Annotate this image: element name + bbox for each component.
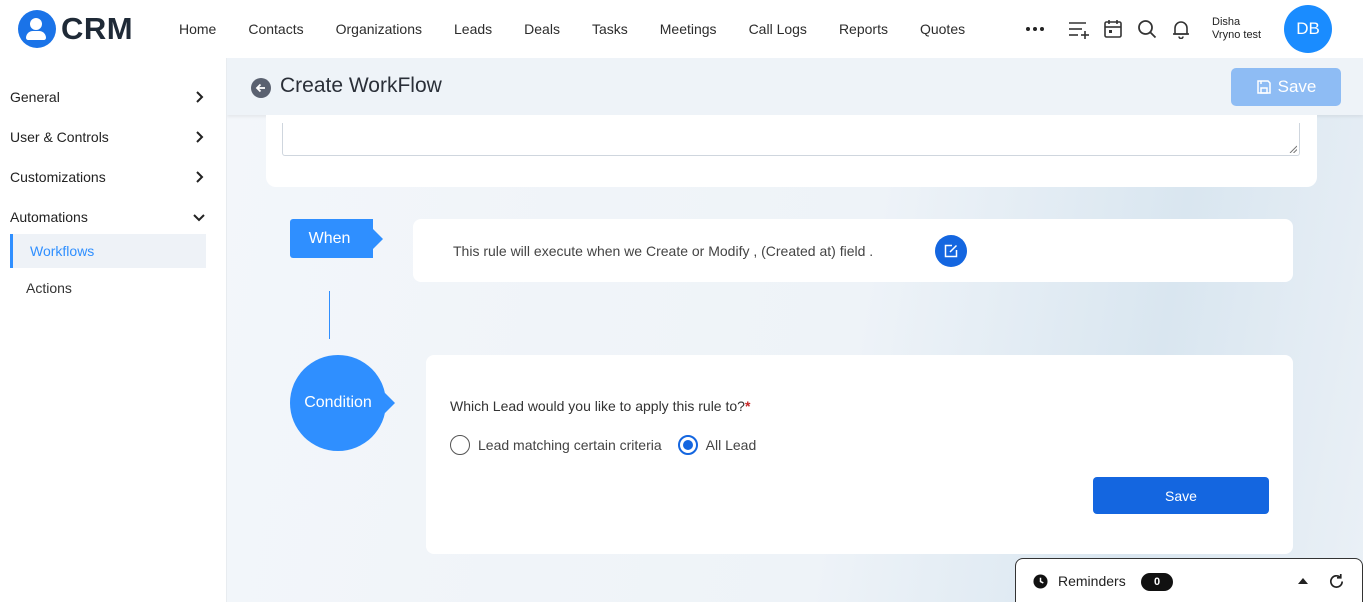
resize-handle-icon[interactable] [1289, 145, 1297, 153]
when-description: This rule will execute when we Create or… [453, 243, 874, 259]
caret-up-icon[interactable] [1298, 578, 1308, 584]
chevron-down-icon [193, 214, 205, 222]
condition-card: Which Lead would you like to apply this … [426, 355, 1293, 554]
calendar-icon[interactable] [1102, 18, 1124, 40]
edit-trigger-button[interactable] [935, 235, 967, 267]
header-save-button[interactable]: Save [1231, 68, 1341, 106]
more-icon[interactable] [1024, 18, 1046, 40]
add-list-icon[interactable] [1068, 18, 1090, 40]
condition-save-button[interactable]: Save [1093, 477, 1269, 514]
top-navbar: CRM Home Contacts Organizations Leads De… [0, 0, 1363, 58]
when-tag: When [290, 219, 383, 258]
sidebar-item-automations[interactable]: Automations [10, 204, 205, 230]
reminders-label: Reminders [1058, 573, 1126, 589]
sidebar-item-label: Customizations [10, 169, 106, 185]
page-header: Create WorkFlow Save [227, 58, 1363, 115]
reminders-panel[interactable]: Reminders 0 [1015, 558, 1363, 602]
nav-deals[interactable]: Deals [524, 21, 560, 37]
nav-reports[interactable]: Reports [839, 21, 888, 37]
sidebar-item-user-controls[interactable]: User & Controls [10, 124, 205, 150]
chevron-right-icon [196, 171, 204, 183]
nav-call-logs[interactable]: Call Logs [749, 21, 807, 37]
condition-question-text: Which Lead would you like to apply this … [450, 398, 745, 414]
nav-icon-group [1024, 0, 1204, 58]
crm-logo[interactable]: CRM [18, 10, 133, 48]
condition-options: Lead matching certain criteria All Lead [450, 435, 756, 455]
radio-all-lead[interactable] [677, 435, 698, 455]
logo-text: CRM [61, 11, 134, 46]
nav-home[interactable]: Home [179, 21, 216, 37]
sidebar-item-actions[interactable]: Actions [10, 271, 206, 305]
user-first-name: Disha [1212, 16, 1241, 28]
nav-contacts[interactable]: Contacts [248, 21, 303, 37]
edit-icon [944, 244, 958, 258]
sidebar-item-workflows[interactable]: Workflows [10, 234, 206, 268]
nav-quotes[interactable]: Quotes [920, 21, 965, 37]
nav-leads[interactable]: Leads [454, 21, 492, 37]
flow-connector [329, 291, 330, 339]
save-icon [1256, 80, 1271, 94]
user-logo-icon [18, 10, 56, 48]
reminders-count-badge: 0 [1141, 573, 1173, 591]
page-title: Create WorkFlow [280, 74, 442, 97]
sidebar-item-label: General [10, 89, 60, 105]
user-name: Disha Vryno test [1212, 16, 1261, 42]
chevron-right-icon [196, 91, 204, 103]
sidebar-item-general[interactable]: General [10, 84, 205, 110]
back-arrow-icon[interactable] [251, 78, 271, 98]
nav-meetings[interactable]: Meetings [660, 21, 717, 37]
sidebar-item-customizations[interactable]: Customizations [10, 164, 205, 190]
when-card: This rule will execute when we Create or… [413, 219, 1293, 282]
nav-tasks[interactable]: Tasks [592, 21, 628, 37]
search-icon[interactable] [1136, 18, 1158, 40]
avatar[interactable]: DB [1284, 5, 1332, 53]
workflow-details-card [266, 115, 1317, 187]
settings-sidebar: General User & Controls Customizations A… [0, 58, 227, 602]
required-mark: * [744, 398, 751, 414]
main-nav: Home Contacts Organizations Leads Deals … [179, 0, 997, 58]
radio-criteria[interactable] [450, 435, 470, 455]
clock-icon [1033, 574, 1048, 589]
chevron-right-icon [196, 131, 204, 143]
condition-tag: Condition [290, 355, 395, 451]
nav-organizations[interactable]: Organizations [336, 21, 422, 37]
radio-all-lead-label[interactable]: All Lead [706, 437, 757, 453]
bell-icon[interactable] [1170, 18, 1192, 40]
sidebar-item-label: User & Controls [10, 129, 109, 145]
radio-criteria-label[interactable]: Lead matching certain criteria [478, 437, 662, 453]
main-content: Create WorkFlow Save When This rule will… [227, 58, 1363, 602]
user-org-name: Vryno test [1212, 29, 1262, 41]
condition-question: Which Lead would you like to apply this … [450, 398, 750, 414]
description-textarea[interactable] [282, 123, 1300, 156]
refresh-icon[interactable] [1328, 573, 1345, 590]
header-save-label: Save [1277, 77, 1317, 96]
sidebar-item-label: Automations [10, 209, 88, 225]
